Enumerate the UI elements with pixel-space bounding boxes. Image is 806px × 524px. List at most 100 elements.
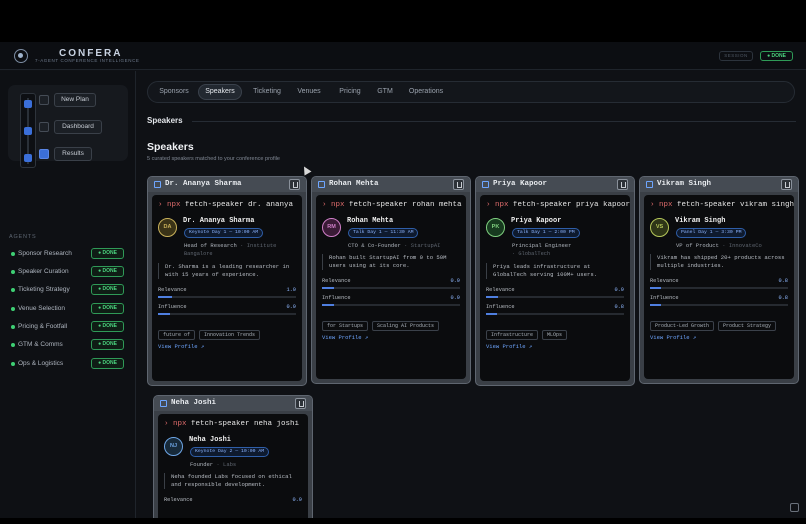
influence-label: Influence [322,295,351,301]
agent-row[interactable]: Sponsor Research ● DONE [9,248,127,260]
speaker-org: · GlobalTech [512,251,551,257]
stepper-track [20,93,36,168]
avatar: PK [486,218,505,237]
relevance-value: 0.9 [292,497,302,503]
speaker-card-title: Priya Kapoor [493,180,548,188]
influence-label: Influence [158,304,187,310]
agent-row[interactable]: Venue Selection ● DONE [9,303,127,315]
agent-name: Speaker Curation [18,268,69,275]
topic-tags: Infrastructure MLOps [486,323,626,340]
avatar: RM [322,218,341,237]
terminal-icon [318,181,325,188]
session-slot-badge: Keynote Day 2 — 10:00 AM [190,447,270,457]
topic-tags: future of Innovation Trends [158,323,298,340]
speaker-card[interactable]: Vikram Singh › npx fetch-speaker vikram … [639,176,799,384]
view-profile-link[interactable]: View Profile ↗ [322,334,368,341]
topic-tag: MLOps [542,330,568,340]
speaker-name: Rohan Mehta [347,217,394,225]
dashboard-button[interactable]: Dashboard [54,120,102,134]
agent-name: Ops & Logistics [18,360,64,367]
expand-icon[interactable] [790,503,799,512]
influence-value: 0.9 [450,295,460,301]
influence-bar [650,304,788,306]
new-plan-button[interactable]: New Plan [54,93,96,107]
delete-icon[interactable] [617,179,628,190]
delete-icon[interactable] [453,179,464,190]
speaker-bio: Priya leads infrastructure at GlobalTech… [486,263,624,279]
agent-row[interactable]: Ticketing Strategy ● DONE [9,284,127,296]
delete-icon[interactable] [289,179,300,190]
speaker-bio: Vikram has shipped 20+ products across m… [650,254,788,270]
topic-tags: Product-Led Growth Product Strategy [650,314,790,331]
speaker-name: Vikram Singh [675,217,726,225]
relevance-label: Relevance [164,497,193,503]
speaker-card-title: Rohan Mehta [329,180,379,188]
tab-ticketing[interactable]: Ticketing [245,84,289,100]
speaker-org: Bangalore [184,251,213,257]
speaker-card[interactable]: Rohan Mehta › npx fetch-speaker rohan me… [311,176,471,384]
agent-status-badge: ● DONE [91,284,124,295]
fetch-command: › npx fetch-speaker priya kapoor [486,201,630,209]
agent-row[interactable]: Ops & Logistics ● DONE [9,358,127,370]
session-slot-badge: Panel Day 1 — 3:30 PM [676,228,747,238]
topic-tag: for Startups [322,321,369,331]
agent-status-badge: ● DONE [91,358,124,369]
brand-tagline: 7-AGENT CONFERENCE INTELLIGENCE [35,58,140,63]
influence-bar [158,313,296,315]
agent-row[interactable]: Pricing & Footfall ● DONE [9,321,127,333]
tab-speakers[interactable]: Speakers [198,84,242,100]
view-profile-link[interactable]: View Profile ↗ [158,343,204,350]
topic-tag: Scaling AI Products [372,321,440,331]
topic-tag: Product-Led Growth [650,321,715,331]
speaker-card[interactable]: Priya Kapoor › npx fetch-speaker priya k… [475,176,635,386]
tab-venues[interactable]: Venues [290,84,328,100]
step-dot-2 [24,127,32,135]
relevance-bar [650,287,788,289]
influence-value: 0.9 [286,304,296,310]
agent-status-badge: ● DONE [91,339,124,350]
speaker-role: Head of Research · Institute [184,242,277,249]
speaker-role: VP of Product · InnovateCo [676,242,762,249]
delete-icon[interactable] [781,179,792,190]
topic-tag: Product Strategy [718,321,777,331]
session-slot-badge: Keynote Day 1 — 10:00 AM [184,228,264,238]
relevance-value: 0.8 [778,278,788,284]
relevance-value: 1.0 [286,287,296,293]
relevance-label: Relevance [322,278,351,284]
tab-operations[interactable]: Operations [403,84,449,100]
speaker-name: Priya Kapoor [511,217,562,225]
speaker-role: CTO & Co-Founder · StartupAI [348,242,441,249]
status-dot-icon [11,362,15,366]
speaker-bio: Dr. Sharma is a leading researcher in wi… [158,263,296,279]
agent-name: Ticketing Strategy [18,286,70,293]
agent-row[interactable]: Speaker Curation ● DONE [9,266,127,278]
agent-name: Venue Selection [18,305,65,312]
relevance-value: 0.9 [614,287,624,293]
tab-pricing[interactable]: Pricing [331,84,369,100]
status-dot-icon [11,307,15,311]
section-heading: Speakers [147,116,183,125]
tab-sponsors[interactable]: Sponsors [152,84,196,100]
status-dot-icon [11,343,15,347]
relevance-bar [322,287,460,289]
relevance-label: Relevance [158,287,187,293]
tab-gtm[interactable]: GTM [370,84,400,100]
topic-tag: future of [158,330,196,340]
speaker-card[interactable]: Neha Joshi › npx fetch-speaker neha josh… [153,395,313,518]
delete-icon[interactable] [295,398,306,409]
influence-value: 0.8 [778,295,788,301]
results-button[interactable]: Results [54,147,92,161]
agent-name: GTM & Comms [18,341,63,348]
agent-status-badge: ● DONE [91,266,124,277]
results-checkbox[interactable] [39,149,49,159]
relevance-bar [486,296,624,298]
relevance-label: Relevance [486,287,515,293]
avatar: DA [158,218,177,237]
new-plan-checkbox[interactable] [39,95,49,105]
dashboard-checkbox[interactable] [39,122,49,132]
speaker-card[interactable]: Dr. Ananya Sharma › npx fetch-speaker dr… [147,176,307,386]
avatar: VS [650,218,669,237]
agent-row[interactable]: GTM & Comms ● DONE [9,339,127,351]
view-profile-link[interactable]: View Profile ↗ [486,343,532,350]
view-profile-link[interactable]: View Profile ↗ [650,334,696,341]
